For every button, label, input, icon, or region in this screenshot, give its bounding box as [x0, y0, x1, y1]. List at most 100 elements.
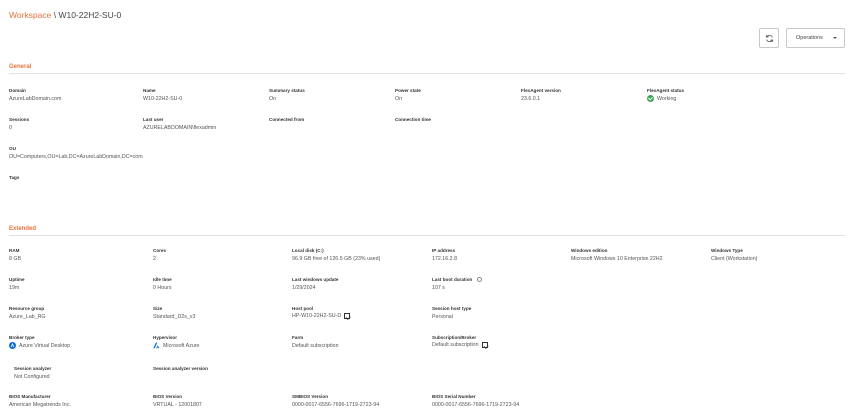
field-label: Summary status — [269, 88, 305, 93]
field-label: Session analyzer version — [153, 366, 208, 371]
field-value: 107 s — [432, 285, 445, 291]
field-value: On — [395, 96, 403, 102]
field-cores: Cores 2 — [153, 248, 166, 262]
field-label: Last user — [143, 117, 164, 122]
field-value: Working — [657, 95, 677, 102]
page-title: W10-22H2-SU-0 — [58, 10, 122, 20]
field-connection-time: Connection time — [395, 117, 431, 125]
info-icon[interactable] — [477, 277, 483, 282]
field-label: Host pool — [292, 306, 314, 311]
chevron-down-icon — [833, 37, 837, 39]
field-label: Connection time — [395, 117, 431, 122]
field-label: BIOS Manufacturer — [9, 394, 51, 399]
field-value: 96.9 GB free of 126.5 GB (23% used) — [292, 256, 381, 262]
field-value: 23.6.0.1 — [521, 96, 541, 102]
field-label: IP address — [432, 248, 456, 253]
operations-dropdown[interactable]: Operations — [786, 28, 845, 48]
status-badge: Working — [647, 95, 684, 102]
refresh-icon — [765, 34, 773, 42]
field-value: Azure_Lab_RG — [9, 314, 46, 320]
field-idle-time: Idle time 0 Hours — [153, 277, 172, 291]
field-label: Tags — [9, 175, 20, 180]
field-name: Name W10-22H2-SU-0 — [143, 88, 182, 102]
field-label: Session analyzer — [14, 366, 52, 371]
field-connected-from: Connected from — [269, 117, 304, 125]
field-value: OU=Computers,OU=Lab,DC=AzureLabDomain,DC… — [9, 154, 143, 160]
field-value: 0 Hours — [153, 285, 172, 291]
field-value: 2 — [153, 256, 156, 262]
field-session-analyzer-version: Session analyzer version — [153, 366, 208, 374]
field-label: Windows Type — [711, 248, 743, 253]
field-value: AzureLabDomain.com — [9, 96, 62, 102]
field-session-analyzer: Session analyzer Not Configured — [14, 366, 51, 380]
field-size: Size Standard_D2s_v3 — [153, 306, 195, 320]
field-domain: Domain AzureLabDomain.com — [9, 88, 61, 102]
field-value: W10-22H2-SU-0 — [143, 96, 183, 102]
field-label: Idle time — [153, 277, 172, 282]
field-value: AZURELABDOMAIN\flexadmin — [143, 125, 217, 131]
field-ram: RAM 8 GB — [9, 248, 21, 262]
field-label: RAM — [9, 248, 20, 253]
field-label: Uptime — [9, 277, 25, 282]
field-value: Client (Workstation) — [711, 256, 758, 262]
field-label: Broker type — [9, 335, 35, 340]
field-value: Default subscription — [432, 342, 479, 348]
field-label: Subscription/Broker — [432, 335, 477, 340]
field-value: Default subscription — [292, 343, 339, 349]
field-ip-address: IP address 172.16.2.8 — [432, 248, 457, 262]
general-divider — [9, 73, 845, 74]
operations-label: Operations — [796, 35, 823, 41]
field-bios-version: BIOS Version VRTUAL - 12001807 — [153, 394, 202, 408]
field-label: Windows edition — [571, 248, 608, 253]
field-hypervisor: Hypervisor Microsoft Azure — [153, 335, 200, 349]
field-bios-serial-number: BIOS Serial Number 0000-0017-6556-7696-1… — [432, 394, 519, 408]
field-value: 172.16.2.8 — [432, 256, 458, 262]
field-tags: Tags — [9, 175, 19, 183]
field-label: Size — [153, 306, 163, 311]
field-flexagent-status: FlexAgent status Working — [647, 88, 684, 102]
section-title-general: General — [9, 64, 32, 70]
field-last-windows-update: Last windows update 1/29/2024 — [292, 277, 338, 291]
field-host-pool: Host pool HP-W10-22H2-SU-D — [292, 306, 351, 319]
field-value: 0000-0017-6556-7696-1719-2723-94 — [292, 402, 380, 408]
field-label: Hypervisor — [153, 335, 178, 340]
field-label: FlexAgent version — [521, 88, 561, 93]
breadcrumb: Workspace \ W10-22H2-SU-0 — [9, 10, 121, 20]
field-label: Resource group — [9, 306, 45, 311]
edit-icon[interactable] — [344, 313, 351, 319]
field-label: Power state — [395, 88, 421, 93]
field-label: Name — [143, 88, 156, 93]
field-value: On — [269, 96, 277, 102]
breadcrumb-workspace-link[interactable]: Workspace — [9, 10, 51, 20]
field-power-state: Power state On — [395, 88, 421, 102]
field-ou: OU OU=Computers,OU=Lab,DC=AzureLabDomain… — [9, 146, 143, 160]
field-value: VRTUAL - 12001807 — [153, 402, 202, 408]
edit-icon[interactable] — [481, 342, 488, 348]
field-subscription-broker: Subscription/Broker Default subscription — [432, 335, 488, 348]
field-label: Last windows update — [292, 277, 339, 282]
field-smbios-version: SMBIOS Version 0000-0017-6556-7696-1719-… — [292, 394, 379, 408]
field-value: 19m — [9, 285, 20, 291]
field-value: 0 — [9, 125, 12, 131]
field-label: OU — [9, 146, 16, 151]
field-label: Cores — [153, 248, 167, 253]
field-label: Connected from — [269, 117, 305, 122]
microsoft-azure-icon — [153, 342, 160, 349]
field-value: Personal — [432, 314, 453, 320]
field-label: BIOS Version — [153, 394, 183, 399]
refresh-button[interactable] — [759, 28, 779, 48]
field-uptime: Uptime 19m — [9, 277, 25, 291]
field-value: 1/29/2024 — [292, 285, 316, 291]
field-farm: Farm Default subscription — [292, 335, 339, 349]
field-label: FlexAgent status — [647, 88, 685, 93]
field-bios-manufacturer: BIOS Manufacturer American Megatrends In… — [9, 394, 71, 408]
field-sessions: Sessions 0 — [9, 117, 29, 131]
extended-divider — [9, 235, 845, 236]
field-local-disk: Local disk (C:) 96.9 GB free of 126.5 GB… — [292, 248, 380, 262]
field-label: Session host type — [432, 306, 472, 311]
field-value: Azure Virtual Desktop — [19, 342, 71, 349]
field-label: Last boot duration — [432, 277, 473, 282]
field-windows-type: Windows Type Client (Workstation) — [711, 248, 757, 262]
field-last-boot-duration: Last boot duration 107 s — [432, 277, 483, 291]
field-value: Microsoft Azure — [163, 342, 200, 349]
